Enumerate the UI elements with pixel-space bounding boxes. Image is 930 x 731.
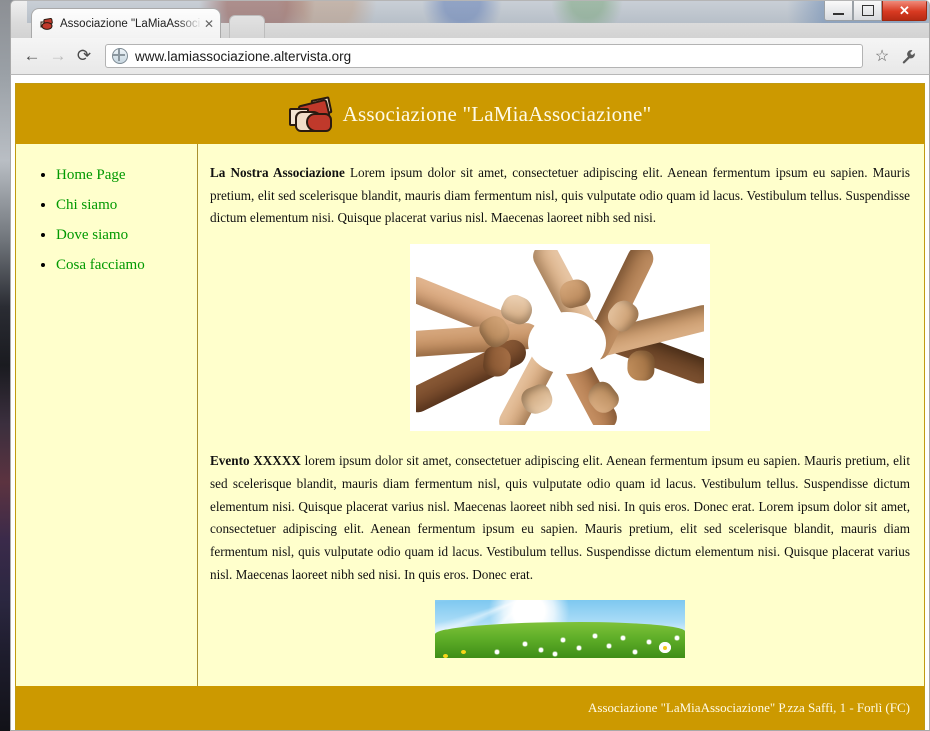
list-item: Dove siamo <box>56 226 197 244</box>
article-2-body: lorem ipsum dolor sit amet, consectetuer… <box>210 453 910 582</box>
address-bar[interactable]: www.lamiassociazione.altervista.org <box>105 44 863 68</box>
site-body: Home Page Chi siamo Dove siamo Cosa facc… <box>16 144 924 686</box>
handshake-favicon-icon <box>40 17 54 31</box>
globe-icon <box>112 48 128 64</box>
site-title: Associazione "LaMiaAssociazione" <box>342 101 652 126</box>
website-container: Associazione "LaMiaAssociazione" Home Pa… <box>15 83 925 730</box>
sidebar-item-dove-siamo[interactable]: Dove siamo <box>56 227 128 243</box>
minimize-icon <box>833 12 844 15</box>
window-controls: ✕ <box>824 1 927 21</box>
figure-meadow <box>210 600 910 663</box>
sidebar-navigation: Home Page Chi siamo Dove siamo Cosa facc… <box>16 144 198 686</box>
figure-hands <box>210 244 910 436</box>
reload-button[interactable]: ⟳ <box>71 43 97 69</box>
sidebar-item-home-page[interactable]: Home Page <box>56 167 126 183</box>
browser-tab-strip: Associazione "LaMiaAssoci ✕ ✕ <box>10 0 930 38</box>
main-content: La Nostra Associazione Lorem ipsum dolor… <box>198 144 924 686</box>
address-bar-url: www.lamiassociazione.altervista.org <box>135 48 352 64</box>
article-paragraph-2: Evento XXXXX lorem ipsum dolor sit amet,… <box>210 450 910 586</box>
article-2-heading: Evento XXXXX <box>210 453 301 469</box>
bookmark-star-icon[interactable]: ☆ <box>869 43 895 69</box>
footer-address-text: Associazione "LaMiaAssociazione" P.zza S… <box>588 700 910 715</box>
list-item: Cosa facciamo <box>56 256 197 274</box>
sidebar-item-chi-siamo[interactable]: Chi siamo <box>56 197 117 213</box>
window-maximize-button[interactable] <box>853 1 882 21</box>
window-close-button[interactable]: ✕ <box>882 1 927 21</box>
list-item: Home Page <box>56 166 197 184</box>
tab-close-icon[interactable]: ✕ <box>202 17 216 31</box>
forward-button[interactable]: → <box>45 43 71 69</box>
new-tab-button[interactable] <box>229 15 265 38</box>
handshake-icon <box>288 96 333 132</box>
browser-toolbar: ← → ⟳ www.lamiassociazione.altervista.or… <box>10 38 930 75</box>
window-minimize-button[interactable] <box>824 1 853 21</box>
wrench-menu-icon[interactable] <box>895 43 921 69</box>
hands-circle-image <box>410 244 710 432</box>
page-viewport: Associazione "LaMiaAssociazione" Home Pa… <box>10 75 930 731</box>
list-item: Chi siamo <box>56 196 197 214</box>
browser-window: Associazione "LaMiaAssoci ✕ ✕ ← → ⟳ www.… <box>10 0 930 731</box>
browser-tab[interactable]: Associazione "LaMiaAssoci ✕ <box>31 8 221 38</box>
site-header-banner: Associazione "LaMiaAssociazione" <box>16 84 924 144</box>
meadow-banner-image <box>435 600 685 659</box>
article-paragraph-1: La Nostra Associazione Lorem ipsum dolor… <box>210 162 910 230</box>
maximize-icon <box>861 5 874 16</box>
site-footer: Associazione "LaMiaAssociazione" P.zza S… <box>16 686 924 730</box>
sidebar-item-cosa-facciamo[interactable]: Cosa facciamo <box>56 257 145 273</box>
article-1-heading: La Nostra Associazione <box>210 165 345 180</box>
nav-list: Home Page Chi siamo Dove siamo Cosa facc… <box>16 166 197 274</box>
back-button[interactable]: ← <box>19 43 45 69</box>
browser-tab-title: Associazione "LaMiaAssoci <box>60 18 201 30</box>
